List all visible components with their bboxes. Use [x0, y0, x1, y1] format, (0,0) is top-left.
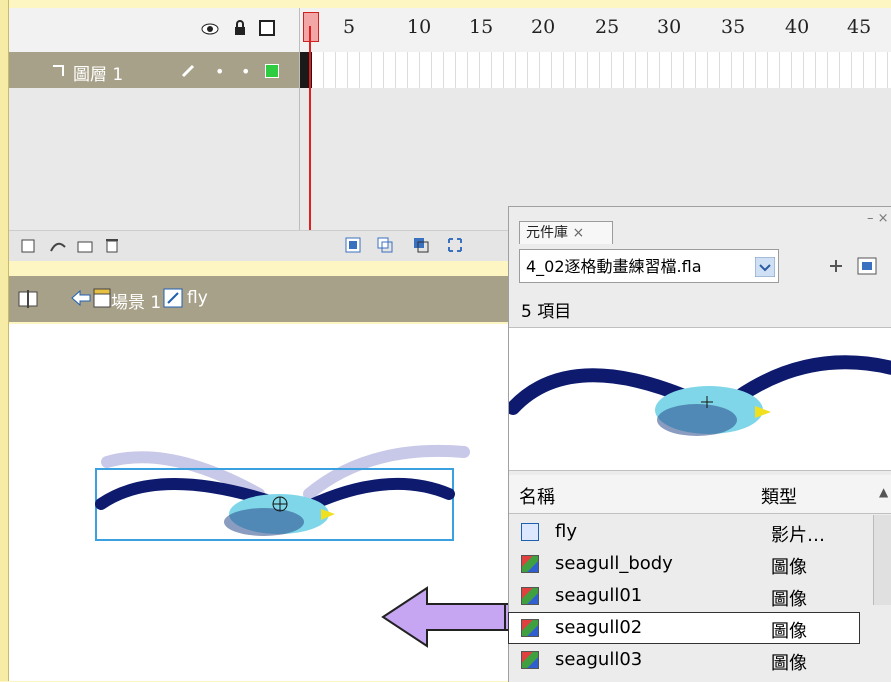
library-tab[interactable]: 元件庫 ×	[519, 221, 613, 244]
item-count: 5 項目	[521, 302, 572, 322]
frame-number: 20	[531, 16, 556, 38]
scrollbar[interactable]	[873, 515, 891, 605]
layer-icon	[53, 65, 64, 76]
layer-color-swatch[interactable]	[265, 64, 279, 78]
sort-icon[interactable]: ▲	[879, 485, 888, 499]
visibility-dot[interactable]: •	[215, 62, 224, 81]
library-item-type: 圖像	[771, 653, 807, 674]
frame-number: 40	[785, 16, 810, 38]
library-list-header: 名稱 類型 ▲	[509, 475, 891, 514]
frames-row[interactable]	[300, 52, 891, 88]
outer-border-top	[0, 0, 891, 8]
library-item[interactable]: seagull03 圖像	[509, 645, 859, 675]
library-item-name: fly	[555, 521, 577, 542]
library-item[interactable]: fly 影片…	[509, 517, 859, 547]
pencil-icon	[181, 64, 195, 78]
symbol-icon	[163, 288, 183, 308]
symbol-breadcrumb[interactable]: fly	[187, 288, 208, 308]
library-item[interactable]: seagull01 圖像	[509, 581, 859, 611]
stage[interactable]	[9, 324, 520, 681]
frame-number: 35	[721, 16, 746, 38]
graphic-icon	[521, 651, 539, 669]
library-item-name: seagull_body	[555, 553, 673, 574]
frame-number: 5	[343, 16, 356, 38]
graphic-icon	[521, 619, 539, 637]
movieclip-icon	[521, 523, 539, 541]
close-icon[interactable]: ×	[572, 225, 584, 241]
edit-bar: 場景 1 fly	[9, 276, 509, 322]
lock-icon[interactable]	[233, 20, 247, 36]
lock-dot[interactable]: •	[241, 62, 250, 81]
library-item-name: seagull02	[555, 617, 643, 638]
back-arrow-icon[interactable]	[71, 290, 91, 306]
library-panel: 元件庫 × – × 4_02逐格動畫練習檔.fla 5 項目 名稱 類型 ▲ f…	[506, 206, 891, 682]
library-item[interactable]: seagull_body 圖像	[509, 549, 859, 579]
seagull-preview	[506, 355, 891, 436]
timeline-toggle-icon[interactable]	[17, 288, 39, 310]
center-frame-icon[interactable]	[345, 237, 361, 253]
guide-layer-icon[interactable]	[49, 239, 67, 253]
pin-icon[interactable]	[827, 257, 845, 275]
new-library-icon[interactable]	[857, 257, 877, 275]
folder-icon[interactable]	[77, 239, 93, 253]
column-name-header[interactable]: 名稱	[519, 483, 555, 509]
playhead-line	[309, 26, 311, 244]
library-preview	[506, 327, 891, 471]
pointer-arrow-graphic	[381, 586, 520, 648]
chevron-down-icon[interactable]	[755, 257, 775, 277]
frame-number: 25	[595, 16, 620, 38]
edit-multiple-frames-icon[interactable]	[447, 237, 463, 253]
layer-row[interactable]: 圖層 1 • •	[9, 52, 299, 88]
graphic-icon	[521, 587, 539, 605]
column-type-header[interactable]: 類型	[761, 483, 797, 509]
onion-outline-icon[interactable]	[413, 237, 429, 253]
library-item[interactable]: seagull02 圖像	[508, 612, 860, 644]
scene-icon[interactable]	[93, 288, 111, 308]
new-layer-icon[interactable]	[21, 239, 35, 253]
library-item-type: 圖像	[771, 589, 807, 610]
library-item-type: 圖像	[771, 557, 807, 578]
library-item-name: seagull03	[555, 649, 643, 670]
scene-breadcrumb[interactable]: 場景 1	[111, 288, 161, 313]
trash-icon[interactable]	[105, 237, 119, 253]
outer-border-left	[0, 0, 9, 681]
library-tab-title: 元件庫	[526, 225, 568, 241]
library-item-type: 圖像	[771, 621, 807, 642]
graphic-icon	[521, 555, 539, 573]
library-file-select[interactable]: 4_02逐格動畫練習檔.fla	[519, 249, 779, 283]
onion-skin-icon[interactable]	[377, 237, 393, 253]
library-item-type: 影片…	[771, 525, 825, 546]
layer-name: 圖層 1	[73, 65, 124, 85]
frame-number: 10	[407, 16, 432, 38]
timeline-separator	[299, 8, 300, 260]
frame-number: 45	[847, 16, 872, 38]
playhead-handle[interactable]	[303, 12, 319, 42]
panel-close-icon[interactable]: – ×	[867, 211, 889, 226]
outline-icon[interactable]	[259, 20, 275, 36]
frame-number: 30	[657, 16, 682, 38]
timeline-header: 5 10 15 20 25 30 35 40 45	[9, 8, 891, 53]
frame-number: 15	[469, 16, 494, 38]
eye-icon[interactable]	[201, 22, 219, 36]
library-item-name: seagull01	[555, 585, 643, 606]
library-file-name: 4_02逐格動畫練習檔.fla	[526, 257, 702, 276]
